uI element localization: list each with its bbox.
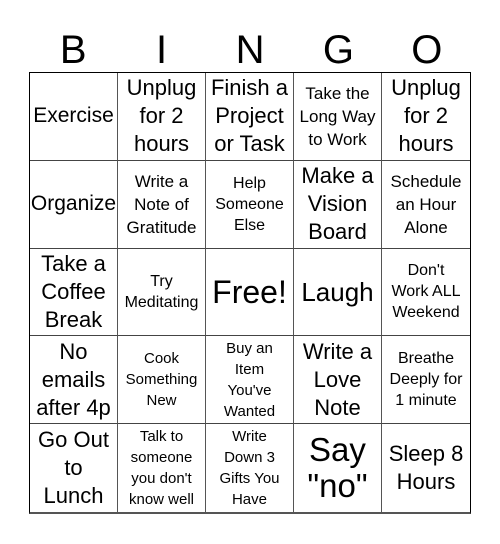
cell-text: Cook Something New — [125, 350, 198, 410]
header-letter-g: G — [322, 28, 354, 72]
bingo-header: B I N G O — [29, 28, 471, 72]
bingo-cell[interactable]: Buy an Item You've Wanted — [206, 336, 294, 425]
header-letter-n: N — [235, 28, 265, 72]
cell-text: Breathe Deeply for 1 minute — [389, 350, 463, 410]
cell-text: Finish a Project or Task — [210, 75, 289, 157]
cell-text: Say "no" — [307, 431, 368, 505]
bingo-cell[interactable]: No emails after 4p — [30, 336, 118, 425]
cell-text: Try Meditating — [124, 272, 199, 311]
bingo-cell[interactable]: Take the Long Way to Work — [294, 73, 382, 161]
bingo-cell[interactable]: Schedule an Hour Alone — [382, 161, 470, 249]
cell-text: Help Someone Else — [215, 174, 284, 234]
bingo-cell[interactable]: Help Someone Else — [206, 160, 294, 249]
bingo-cell[interactable]: Take a Coffee Break — [30, 248, 118, 337]
bingo-cell[interactable]: Organize — [30, 160, 118, 249]
cell-text: Unplug for 2 hours — [126, 75, 197, 157]
header-letter-o: O — [411, 28, 443, 72]
bingo-cell[interactable]: Sleep 8 Hours — [382, 424, 470, 512]
cell-text: Take the Long Way to Work — [299, 83, 376, 149]
cell-text: Sleep 8 Hours — [388, 441, 464, 495]
cell-text: Don't Work ALL Weekend — [391, 262, 461, 322]
header-letter-b: B — [59, 28, 87, 72]
bingo-cell[interactable]: Unplug for 2 hours — [118, 73, 206, 161]
free-space[interactable]: Free! — [206, 248, 294, 337]
bingo-cell[interactable]: Go Out to Lunch — [30, 424, 118, 512]
bingo-cell[interactable]: Breathe Deeply for 1 minute — [382, 336, 470, 425]
cell-text: Buy an Item You've Wanted — [223, 339, 276, 420]
cell-text: Laugh — [301, 276, 374, 307]
bingo-cell[interactable]: Say "no" — [294, 424, 382, 512]
cell-text: Schedule an Hour Alone — [390, 171, 462, 237]
bingo-cell[interactable]: Write Down 3 Gifts You Have — [206, 424, 294, 512]
bingo-cell[interactable]: Make a Vision Board — [294, 160, 382, 249]
cell-text: Write a Note of Gratitude — [126, 171, 197, 237]
cell-text: Write Down 3 Gifts You Have — [219, 428, 280, 509]
bingo-cell[interactable]: Don't Work ALL Weekend — [382, 249, 470, 337]
bingo-cell[interactable]: Talk to someone you don't know well — [118, 424, 206, 512]
cell-text: No emails after 4p — [36, 338, 111, 420]
cell-text: Unplug for 2 hours — [391, 75, 461, 157]
cell-text: Organize — [30, 192, 117, 216]
bingo-cell[interactable]: Cook Something New — [118, 336, 206, 425]
bingo-cell[interactable]: Unplug for 2 hours — [382, 73, 470, 161]
cell-text: Take a Coffee Break — [41, 250, 106, 332]
bingo-cell[interactable]: Write a Love Note — [294, 336, 382, 425]
bingo-cell[interactable]: Write a Note of Gratitude — [118, 160, 206, 249]
bingo-cell[interactable]: Finish a Project or Task — [206, 73, 294, 161]
cell-text: Write a Love Note — [302, 338, 373, 420]
cell-text: Make a Vision Board — [301, 163, 374, 245]
bingo-cell[interactable]: Laugh — [294, 248, 382, 337]
header-letter-i: I — [156, 28, 168, 72]
bingo-grid: Exercise Unplug for 2 hours Finish a Pro… — [29, 72, 471, 514]
bingo-cell[interactable]: Try Meditating — [118, 248, 206, 337]
cell-text: Free! — [212, 273, 287, 310]
cell-text: Exercise — [33, 104, 114, 128]
bingo-cell[interactable]: Exercise — [30, 73, 118, 161]
cell-text: Talk to someone you don't know well — [128, 428, 195, 509]
cell-text: Go Out to Lunch — [38, 427, 109, 509]
